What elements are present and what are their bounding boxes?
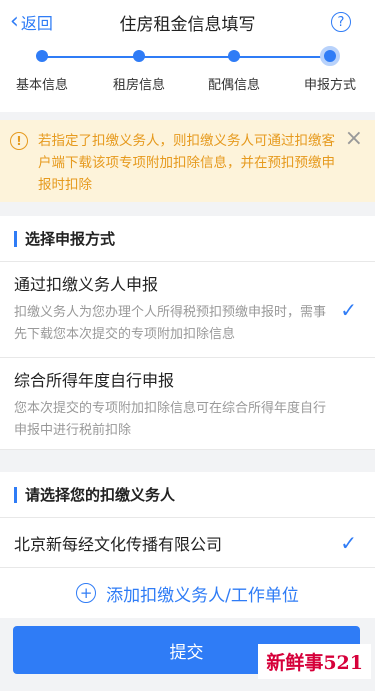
employer-name: 北京新每经文化传播有限公司: [14, 534, 223, 554]
section-accent-bar: [14, 486, 17, 503]
section-heading-employer: 请选择您的扣缴义务人: [0, 472, 375, 518]
step-dot: [36, 50, 48, 62]
check-icon: ✓: [340, 531, 357, 555]
option-description: 您本次提交的专项附加扣除信息可在综合所得年度自行申报中进行税前扣除: [14, 401, 327, 438]
option-annual-self-declaration[interactable]: 综合所得年度自行申报 您本次提交的专项附加扣除信息可在综合所得年度自行申报中进行…: [0, 358, 375, 450]
step-spouse-info: 配偶信息: [189, 44, 279, 93]
plus-circle-icon: +: [76, 583, 97, 603]
section-heading-method: 选择申报方式: [0, 216, 375, 262]
watermark-number: 521: [323, 652, 363, 674]
watermark: 新鲜事521: [258, 644, 371, 679]
nav-bar: ‹ 返回 住房租金信息填写 ?: [0, 0, 375, 44]
step-dot-current: [320, 46, 340, 66]
step-dot: [228, 50, 240, 62]
step-label: 租房信息: [112, 78, 165, 93]
back-button[interactable]: ‹ 返回: [10, 0, 53, 44]
add-employer-button[interactable]: + 添加扣缴义务人/工作单位: [0, 568, 375, 618]
notice-text: 若指定了扣缴义务人，则扣缴义务人可通过扣缴客户端下载该项专项附加扣除信息，并在预…: [38, 133, 335, 193]
page-title: 住房租金信息填写: [119, 14, 256, 35]
step-basic-info: 基本信息: [0, 44, 87, 93]
employer-item[interactable]: 北京新每经文化传播有限公司 ✓: [0, 518, 375, 568]
check-icon: ✓: [340, 298, 357, 322]
option-title: 通过扣缴义务人申报: [14, 275, 159, 294]
progress-steps: 基本信息 租房信息 配偶信息 申报方式: [0, 44, 375, 112]
option-title: 综合所得年度自行申报: [14, 371, 175, 390]
step-label: 基本信息: [15, 78, 68, 93]
chevron-left-icon: ‹: [10, 9, 19, 34]
help-icon[interactable]: ?: [331, 12, 351, 32]
step-rental-info: 租房信息: [94, 44, 184, 93]
option-via-withholding-agent[interactable]: 通过扣缴义务人申报 扣缴义务人为您办理个人所得税预扣预缴申报时，需事先下载您本次…: [0, 262, 375, 358]
back-label: 返回: [20, 14, 53, 33]
notice-banner: ! 若指定了扣缴义务人，则扣缴义务人可通过扣缴客户端下载该项专项附加扣除信息，并…: [0, 120, 375, 202]
step-label: 申报方式: [303, 78, 356, 93]
watermark-text: 新鲜事: [266, 652, 324, 674]
warning-icon: !: [10, 132, 28, 150]
step-declaration-method: 申报方式: [285, 44, 375, 93]
section-accent-bar: [14, 230, 17, 247]
section-heading-text: 选择申报方式: [25, 230, 116, 248]
section-heading-text: 请选择您的扣缴义务人: [25, 486, 176, 504]
step-label: 配偶信息: [207, 78, 260, 93]
close-icon[interactable]: ×: [345, 128, 363, 150]
add-employer-label: 添加扣缴义务人/工作单位: [106, 585, 299, 606]
step-dot: [133, 50, 145, 62]
option-description: 扣缴义务人为您办理个人所得税预扣预缴申报时，需事先下载您本次提交的专项附加扣除信…: [14, 305, 327, 342]
